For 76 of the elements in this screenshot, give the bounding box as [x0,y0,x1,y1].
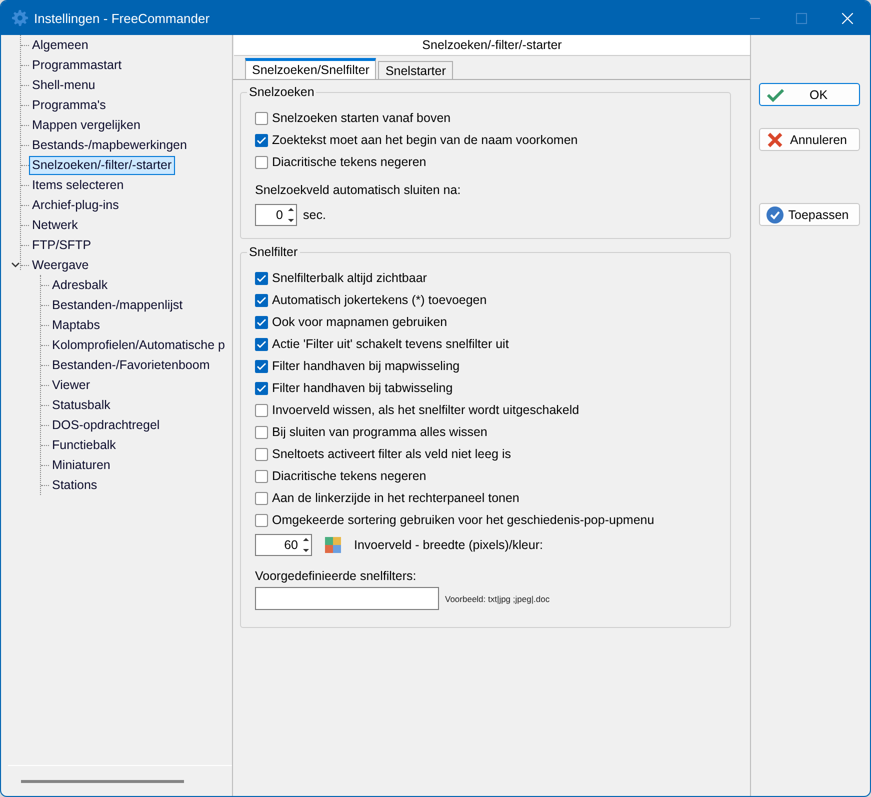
dialog-button[interactable]: Toepassen [759,203,860,226]
number-spinner[interactable]: 0 [255,204,297,226]
dialog-button[interactable]: OK [759,83,860,106]
tab[interactable]: Snelzoeken/Snelfilter [245,58,376,79]
close-icon[interactable] [842,12,852,24]
tree-item[interactable]: Algemeen [29,36,92,54]
checkbox[interactable] [255,156,268,168]
tree-item[interactable]: Bestanden-/Favorietenboom [49,356,213,374]
tree-item[interactable]: Programmastart [29,56,125,74]
checkbox-label: Bij sluiten van programma alles wissen [272,425,488,439]
tree-item[interactable]: Viewer [49,376,93,394]
checkbox-label: Filter handhaven bij tabwisseling [272,381,453,395]
tree-item[interactable]: Statusbalk [49,396,114,414]
checkbox-label: Omgekeerde sortering gebruiken voor het geschiedenis-pop-upmenu [272,513,654,527]
check-circle-icon [766,206,784,224]
checkbox-label: Filter handhaven bij mapwisseling [272,359,460,373]
checkbox[interactable] [255,360,268,372]
tree-item[interactable]: Mappen vergelijken [29,116,144,134]
field-label: Invoerveld - breedte (pixels)/kleur: [354,538,543,552]
example-note: Voorbeeld: txt|jpg ;jpeg|.doc [445,594,550,604]
tree-item[interactable]: DOS-opdrachtregel [49,416,163,434]
tab[interactable]: Snelstarter [378,61,453,79]
tree-item[interactable]: Netwerk [29,216,81,234]
tree-item[interactable]: Archief-plug-ins [29,196,122,214]
checkbox-label: Snelzoeken starten vanaf boven [272,111,451,125]
tree-item[interactable]: Items selecteren [29,176,127,194]
color-picker-icon[interactable] [325,537,341,553]
field-label: Voorgedefinieerde snelfilters: [255,568,418,585]
checkbox-label: Invoerveld wissen, als het snelfilter wordt uitgeschakeld [272,403,580,417]
input-field[interactable] [255,587,439,610]
tree-item[interactable]: Functiebalk [49,436,119,454]
checkbox[interactable] [255,470,268,482]
checkbox[interactable] [255,382,268,394]
window-title: Instellingen - FreeCommander [34,10,211,26]
checkbox-label: Ook voor mapnamen gebruiken [272,315,448,329]
gear-icon [12,10,28,26]
checkbox[interactable] [255,294,268,306]
checkbox[interactable] [255,448,268,460]
checkbox[interactable] [255,426,268,438]
number-spinner[interactable]: 60 [255,534,312,556]
checkbox[interactable] [255,134,268,146]
tree-item[interactable]: Weergave [29,256,92,274]
cross-icon [766,130,784,148]
tree-item[interactable]: Programma's [29,96,109,114]
scrollbar-thumb[interactable] [21,780,184,782]
checkbox[interactable] [255,316,268,328]
tree-item[interactable]: Snelzoeken/-filter/-starter [29,156,175,174]
checkbox-label: Automatisch jokertekens (*) toevoegen [272,293,487,307]
tree-item[interactable]: Bestands-/mapbewerkingen [29,136,190,154]
tree-item[interactable]: Kolomprofielen/Automatische p [49,336,228,354]
checkbox-label: Snelfilterbalk altijd zichtbaar [272,271,427,285]
field-label: Snelzoekveld automatisch sluiten na: [255,182,462,199]
group-title: Snelzoeken [247,85,316,99]
checkbox[interactable] [255,338,268,350]
dialog-button[interactable]: Annuleren [759,128,860,151]
unit-label: sec. [303,208,326,222]
checkbox-label: Sneltoets activeert filter als veld niet leeg is [272,447,512,461]
tree-item[interactable]: Miniaturen [49,456,114,474]
checkbox[interactable] [255,514,268,526]
checkbox[interactable] [255,112,268,124]
checkbox[interactable] [255,492,268,504]
checkbox-label: Aan de linkerzijde in het rechterpaneel tonen [272,491,520,505]
checkbox-label: Zoektekst moet aan het begin van de naam voorkomen [272,133,578,147]
tree-item[interactable]: Maptabs [49,316,103,334]
checkbox-label: Diacritische tekens negeren [272,469,426,483]
tree-item[interactable]: Bestanden-/mappenlijst [49,296,186,314]
group-title: Snelfilter [247,245,300,259]
checkbox-label: Diacritische tekens negeren [272,155,426,169]
checkbox-label: Actie 'Filter uit' schakelt tevens snelfilter uit [272,337,509,351]
tree-item[interactable]: Shell-menu [29,76,98,94]
tree-item[interactable]: Stations [49,476,100,494]
checkbox[interactable] [255,404,268,416]
page-title: Snelzoeken/-filter/-starter [234,35,750,56]
tree-item[interactable]: FTP/SFTP [29,236,94,254]
checkbox[interactable] [255,272,268,284]
tree-item[interactable]: Adresbalk [49,276,111,294]
